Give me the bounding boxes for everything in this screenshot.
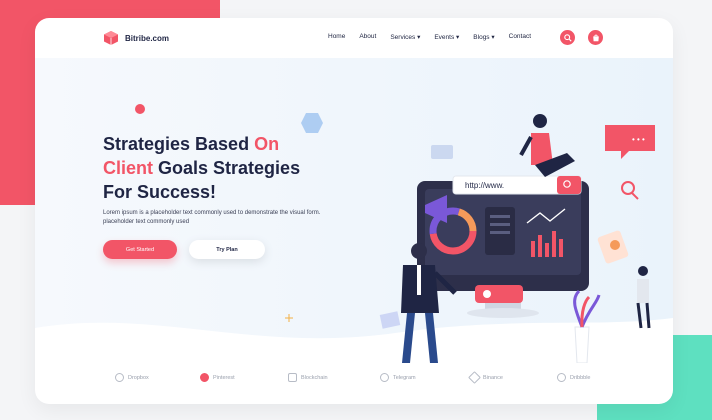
search-icon bbox=[563, 33, 572, 42]
binance-icon bbox=[468, 371, 481, 384]
dropbox-icon bbox=[115, 373, 124, 382]
nav-contact[interactable]: Contact bbox=[509, 33, 531, 41]
site-name: Bitribe.com bbox=[125, 33, 170, 43]
partner-logos: Dropbox Pinterest Blockchain Telegram Bi… bbox=[110, 371, 610, 387]
telegram-icon bbox=[380, 373, 389, 382]
decor-dot-red bbox=[135, 104, 145, 114]
decor-sparkle bbox=[285, 314, 293, 322]
cart-button[interactable] bbox=[588, 30, 603, 45]
top-navbar: Bitribe.com Home About Services ▾ Events… bbox=[35, 18, 673, 58]
get-started-button[interactable]: Get Started bbox=[103, 240, 177, 259]
cube-logo-icon bbox=[104, 31, 118, 45]
partner-telegram: Telegram bbox=[380, 373, 416, 382]
partner-blockchain: Blockchain bbox=[288, 373, 328, 382]
website-card: Bitribe.com Home About Services ▾ Events… bbox=[35, 18, 673, 404]
decor-hexagon bbox=[301, 113, 323, 133]
url-text: http://www. bbox=[465, 181, 504, 190]
try-plan-button[interactable]: Try Plan bbox=[189, 240, 265, 259]
blockchain-icon bbox=[288, 373, 297, 382]
partner-dribbble: Dribbble bbox=[557, 373, 590, 382]
hero-description: Lorem ipsum is a placeholder text common… bbox=[103, 210, 321, 225]
nav-home[interactable]: Home bbox=[328, 33, 345, 41]
woman-figure bbox=[519, 114, 575, 177]
chat-dots: • • • bbox=[632, 135, 645, 144]
nav-events[interactable]: Events ▾ bbox=[434, 33, 459, 41]
nav-services[interactable]: Services ▾ bbox=[390, 33, 420, 41]
hero-illustration: http://www. • • • bbox=[379, 114, 655, 363]
cart-icon bbox=[592, 34, 599, 41]
nav-blogs[interactable]: Blogs ▾ bbox=[473, 33, 494, 41]
site-logo[interactable]: Bitribe.com bbox=[103, 30, 169, 46]
partner-binance: Binance bbox=[468, 371, 503, 384]
search-button[interactable] bbox=[560, 30, 575, 45]
pinterest-icon bbox=[200, 373, 209, 382]
hero-title: Strategies Based On Client Goals Strateg… bbox=[103, 134, 301, 202]
partner-dropbox: Dropbox bbox=[115, 373, 149, 382]
partner-pinterest: Pinterest bbox=[200, 373, 235, 382]
small-person-figure bbox=[636, 266, 651, 329]
nav-about[interactable]: About bbox=[359, 33, 376, 41]
dribbble-icon bbox=[557, 373, 566, 382]
main-menu: Home About Services ▾ Events ▾ Blogs ▾ C… bbox=[328, 33, 531, 41]
